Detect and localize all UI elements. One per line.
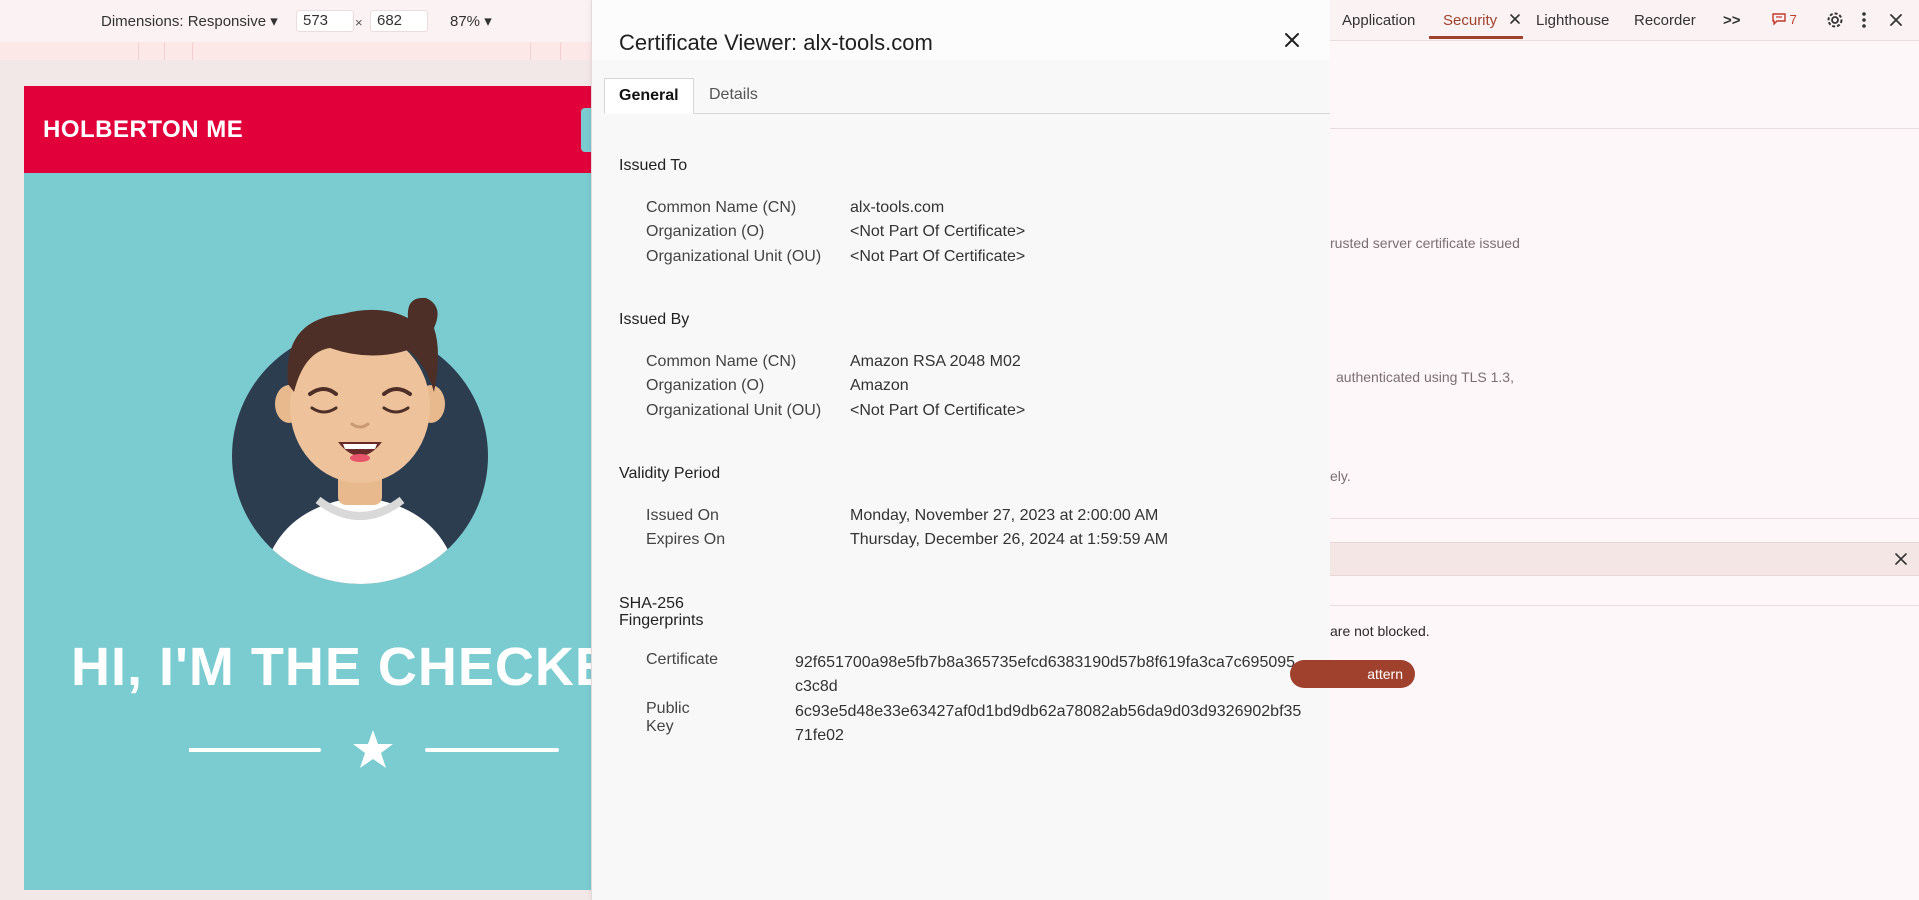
issues-icon — [1772, 13, 1786, 26]
emulated-page: HOLBERTON ME HI, I'M THE CHECKE — [24, 86, 592, 890]
dialog-title: Certificate Viewer: alx-tools.com — [619, 30, 933, 55]
ruler-segment — [192, 42, 193, 60]
divider — [1330, 128, 1919, 129]
devtools-tab-bar: Application Security Lighthouse Recorder… — [1330, 0, 1919, 41]
field-value: Thursday, December 26, 2024 at 1:59:59 A… — [850, 531, 1169, 548]
field-value: 6c93e5d48e33e63427af0d1bd9db62a78082ab56… — [795, 703, 1302, 744]
field-label: Common Name (CN) — [646, 353, 797, 370]
field-label: Organizational Unit (OU) — [646, 248, 822, 265]
ruler-segment — [530, 42, 531, 60]
height-input[interactable]: 682 — [370, 10, 428, 32]
tab-security[interactable]: Security — [1443, 12, 1497, 29]
fingerprints-heading-line1: SHA-256 — [619, 595, 684, 612]
field-label: Issued On — [646, 507, 719, 524]
field-value: alx-tools.com — [850, 199, 945, 216]
issues-count: 7 — [1789, 12, 1797, 27]
security-text-certificate: rusted server certificate issued — [1330, 235, 1520, 251]
field-label: Organizational Unit (OU) — [646, 402, 822, 419]
avatar-illustration — [232, 297, 488, 584]
security-text-resources: ely. — [1330, 468, 1351, 484]
more-tabs-button[interactable]: >> — [1723, 12, 1741, 29]
security-text-connection: authenticated using TLS 1.3, — [1336, 369, 1514, 385]
issued-to-heading: Issued To — [619, 157, 688, 174]
field-label: Organization (O) — [646, 223, 765, 240]
star-icon — [353, 730, 393, 768]
divider — [1330, 605, 1919, 606]
field-label: Public Key — [646, 700, 690, 735]
field-value: Amazon — [850, 377, 909, 394]
settings-gear-icon[interactable] — [1825, 10, 1845, 30]
more-options-icon[interactable] — [1860, 10, 1868, 30]
tab-application[interactable]: Application — [1342, 12, 1415, 29]
media-query-ruler[interactable] — [0, 42, 592, 60]
ruler-segment — [138, 42, 139, 60]
field-value: 92f651700a98e5fb7b8a365735efcd6383190d57… — [795, 654, 1296, 695]
star-divider — [189, 730, 559, 768]
certificate-viewer-dialog: Certificate Viewer: alx-tools.com Genera… — [591, 0, 1331, 900]
field-label: Common Name (CN) — [646, 199, 797, 216]
brand-logo-text[interactable]: HOLBERTON ME — [43, 116, 243, 144]
devtools-panel: Application Security Lighthouse Recorder… — [1290, 0, 1919, 900]
field-value: <Not Part Of Certificate> — [850, 248, 1026, 265]
fingerprints-heading-line2: Fingerprints — [619, 612, 704, 629]
close-infobar-icon[interactable] — [1894, 552, 1908, 566]
field-label: Certificate — [646, 651, 719, 668]
page-header: HOLBERTON ME — [24, 86, 592, 173]
field-label: Expires On — [646, 531, 726, 548]
field-label: Organization (O) — [646, 377, 765, 394]
ruler-segment — [560, 42, 561, 60]
zoom-select[interactable]: 87% ▾ — [450, 12, 492, 30]
validity-period-heading: Validity Period — [619, 465, 721, 482]
ruler-segment — [164, 42, 165, 60]
fingerprints-heading: SHA-256 Fingerprints — [619, 595, 703, 629]
info-bar — [1330, 542, 1919, 576]
field-value: <Not Part Of Certificate> — [850, 402, 1026, 419]
field-value: <Not Part Of Certificate> — [850, 223, 1026, 240]
tab-recorder[interactable]: Recorder — [1634, 12, 1696, 29]
tab-lighthouse[interactable]: Lighthouse — [1536, 12, 1609, 29]
pattern-button[interactable]: attern — [1290, 660, 1415, 688]
field-value: Monday, November 27, 2023 at 2:00:00 AM — [850, 507, 1159, 524]
device-toolbar: Dimensions: Responsive ▾ 573 × 682 87% ▾ — [0, 0, 592, 43]
issued-by-heading: Issued By — [619, 311, 690, 328]
dimensions-select[interactable]: Dimensions: Responsive ▾ — [101, 12, 278, 30]
dialog-tab-bar: General Details — [604, 78, 1330, 114]
divider — [1330, 518, 1919, 519]
close-devtools-icon[interactable] — [1888, 12, 1904, 28]
tab-details[interactable]: Details — [695, 78, 772, 112]
close-icon[interactable] — [1280, 28, 1304, 52]
active-tab-indicator — [1429, 36, 1523, 39]
tab-general[interactable]: General — [604, 78, 694, 114]
field-value: Amazon RSA 2048 M02 — [850, 353, 1021, 370]
issues-badge[interactable]: 7 — [1772, 12, 1797, 27]
dimension-separator: × — [355, 15, 363, 30]
width-input[interactable]: 573 — [296, 10, 354, 32]
close-tab-icon[interactable] — [1508, 12, 1522, 26]
hero-heading: HI, I'M THE CHECKE — [71, 637, 592, 697]
dialog-titlebar: Certificate Viewer: alx-tools.com — [592, 0, 1330, 60]
blocked-status-text: are not blocked. — [1330, 623, 1430, 639]
